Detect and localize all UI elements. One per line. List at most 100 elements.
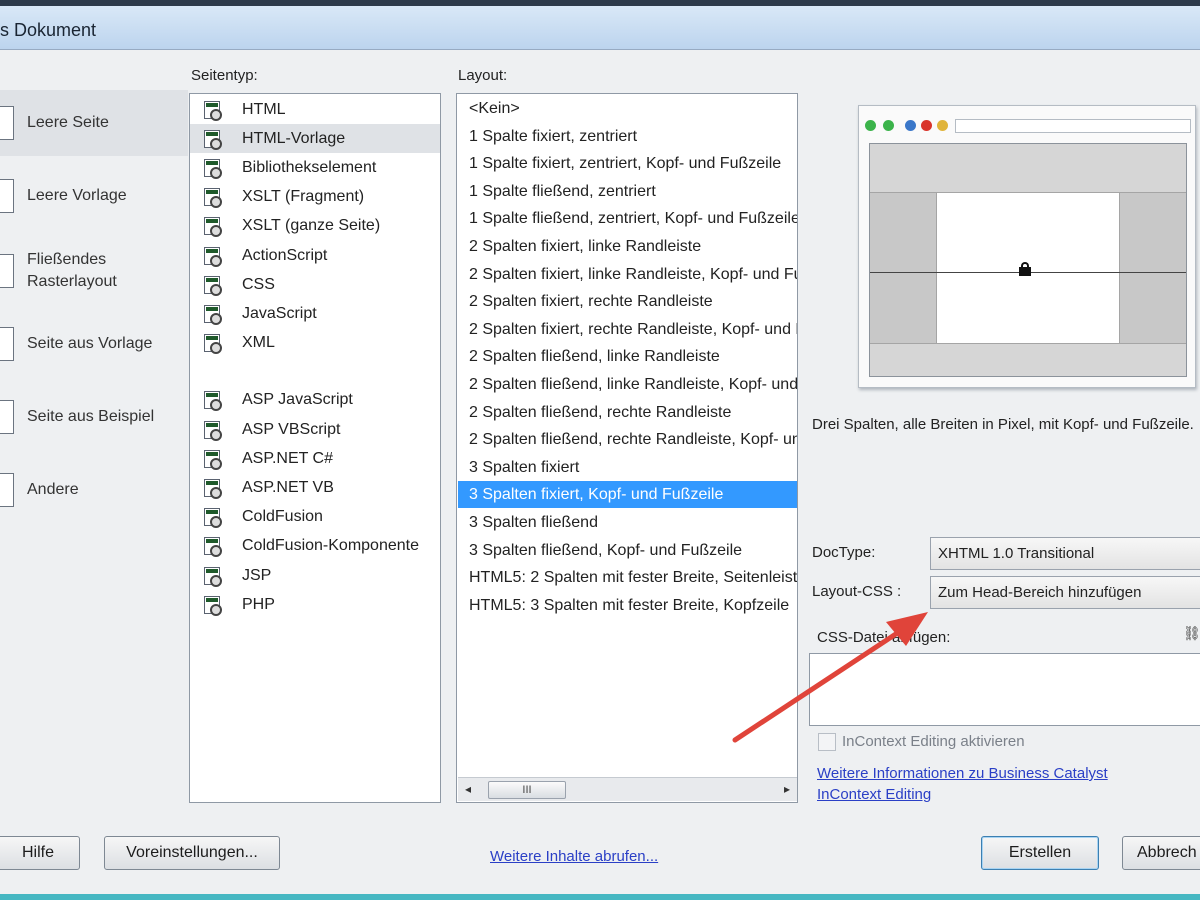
document-type-icon: [202, 477, 224, 499]
page-type-list[interactable]: HTML HTML-Vorlage Bibliothekselement XSLT (…: [189, 93, 441, 803]
page-type-item[interactable]: Bibliothekselement: [190, 153, 440, 182]
document-type-icon: [202, 157, 224, 179]
category-item[interactable]: Fließendes Rasterlayout: [0, 238, 188, 304]
page-type-item[interactable]: XML: [190, 329, 440, 358]
page-type-label: XSLT (Fragment): [242, 188, 365, 206]
document-type-icon: [202, 565, 224, 587]
layout-css-select[interactable]: Zum Head-Bereich hinzufügen: [930, 576, 1200, 609]
page-type-label: XSLT (ganze Seite): [242, 217, 381, 235]
category-label: Andere: [27, 481, 79, 498]
layout-item[interactable]: HTML5: 2 Spalten mit fester Breite, Seit…: [458, 564, 797, 591]
page-type-label: ASP.NET VB: [242, 478, 334, 496]
page-type-item[interactable]: ColdFusion: [190, 503, 440, 532]
layout-item[interactable]: <Kein>: [458, 95, 797, 122]
css-attach-label: CSS-Datei anfügen:: [817, 629, 951, 646]
get-more-content-link[interactable]: Weitere Inhalte abrufen...: [490, 848, 658, 865]
page-type-label: XML: [242, 334, 275, 352]
page-type-item[interactable]: ColdFusion-Komponente: [190, 532, 440, 561]
help-button[interactable]: Hilfe: [0, 836, 80, 870]
document-type-icon: [202, 245, 224, 267]
layout-list[interactable]: <Kein> 1 Spalte fixiert, zentriert 1 Spalt…: [456, 93, 798, 803]
layout-css-label: Layout-CSS :: [812, 583, 902, 600]
page-type-label: ASP.NET C#: [242, 449, 334, 467]
layout-item[interactable]: HTML5: 3 Spalten mit fester Breite, Kopf…: [458, 592, 797, 619]
category-item[interactable]: Seite aus Vorlage: [0, 311, 188, 377]
document-type-icon: [202, 274, 224, 296]
back-arrow-icon: [865, 120, 876, 131]
layout-item[interactable]: 2 Spalten fixiert, linke Randleiste: [458, 233, 797, 260]
page-type-item[interactable]: JSP: [190, 561, 440, 590]
page-type-item[interactable]: XSLT (Fragment): [190, 183, 440, 212]
page-type-label: CSS: [242, 275, 275, 293]
blank-page-icon: [0, 106, 14, 140]
layout-item[interactable]: 2 Spalten fixiert, rechte Randleiste: [458, 288, 797, 315]
refresh-icon: [905, 120, 916, 131]
incontext-editing-link[interactable]: InContext Editing: [817, 786, 931, 803]
layout-item[interactable]: 2 Spalten fixiert, linke Randleiste, Kop…: [458, 261, 797, 288]
page-type-item[interactable]: HTML-Vorlage: [190, 124, 440, 154]
page-type-label: PHP: [242, 595, 275, 613]
layout-item[interactable]: 1 Spalte fließend, zentriert, Kopf- und …: [458, 205, 797, 232]
layout-item[interactable]: 2 Spalten fließend, linke Randleiste, Ko…: [458, 371, 797, 398]
page-type-label: Seitentyp:: [191, 67, 258, 84]
page-type-item[interactable]: ASP VBScript: [190, 415, 440, 444]
document-type-icon: [202, 419, 224, 441]
layout-item[interactable]: 2 Spalten fließend, rechte Randleiste: [458, 399, 797, 426]
business-catalyst-link[interactable]: Weitere Informationen zu Business Cataly…: [817, 765, 1108, 782]
layout-item[interactable]: 2 Spalten fließend, linke Randleiste: [458, 343, 797, 370]
stop-icon: [921, 120, 932, 131]
category-item[interactable]: Leere Seite: [0, 90, 188, 156]
lock-icon: [1018, 262, 1032, 276]
new-document-dialog: s Dokument Leere Seite Leere Vorlage Fließ…: [0, 0, 1200, 900]
incontext-label: InContext Editing aktivieren: [842, 733, 1025, 750]
scroll-thumb[interactable]: III: [488, 781, 566, 799]
document-type-icon: [202, 448, 224, 470]
page-type-item[interactable]: ActionScript: [190, 241, 440, 270]
forward-arrow-icon: [883, 120, 894, 131]
css-attach-list[interactable]: [809, 653, 1200, 726]
document-type-icon: [202, 389, 224, 412]
layout-item[interactable]: 1 Spalte fixiert, zentriert: [458, 123, 797, 150]
document-type-icon: [202, 99, 224, 121]
preferences-button[interactable]: Voreinstellungen...: [104, 836, 280, 870]
page-type-label: JSP: [242, 566, 272, 584]
page-type-item[interactable]: XSLT (ganze Seite): [190, 212, 440, 241]
page-type-item[interactable]: ASP.NET C#: [190, 444, 440, 473]
page-from-template-icon: [0, 327, 14, 361]
window-title: s Dokument: [0, 20, 97, 40]
preview-footer-block: [870, 343, 1186, 376]
layout-item[interactable]: 1 Spalte fixiert, zentriert, Kopf- und F…: [458, 150, 797, 177]
preview-right-column: [1119, 193, 1186, 343]
layout-item[interactable]: 3 Spalten fixiert, Kopf- und Fußzeile: [458, 481, 797, 509]
cancel-button[interactable]: Abbrech: [1122, 836, 1200, 870]
layout-item[interactable]: 3 Spalten fixiert: [458, 454, 797, 481]
preview-left-column: [870, 193, 937, 343]
category-item[interactable]: Andere: [0, 457, 188, 523]
page-type-item[interactable]: PHP: [190, 590, 440, 619]
category-item[interactable]: Seite aus Beispiel: [0, 384, 188, 450]
category-item[interactable]: Leere Vorlage: [0, 163, 188, 229]
layout-label: Layout:: [458, 67, 508, 84]
layout-item[interactable]: 2 Spalten fixiert, rechte Randleiste, Ko…: [458, 316, 797, 343]
page-type-label: ColdFusion-Komponente: [242, 537, 419, 555]
page-type-item[interactable]: ASP.NET VB: [190, 473, 440, 502]
page-type-item[interactable]: JavaScript: [190, 299, 440, 328]
page-type-item[interactable]: CSS: [190, 270, 440, 299]
page-type-item[interactable]: HTML: [190, 95, 440, 124]
layout-item[interactable]: 2 Spalten fließend, rechte Randleiste, K…: [458, 426, 797, 453]
fluid-grid-icon: [0, 254, 14, 288]
scroll-right-icon[interactable]: ▸: [784, 782, 790, 796]
document-type-icon: [202, 506, 224, 529]
scroll-left-icon[interactable]: ◂: [465, 782, 471, 796]
doctype-select[interactable]: XHTML 1.0 Transitional: [930, 537, 1200, 570]
page-type-item[interactable]: ASP JavaScript: [190, 386, 440, 415]
layout-description: Drei Spalten, alle Breiten in Pixel, mit…: [812, 416, 1194, 433]
layout-item[interactable]: 3 Spalten fließend: [458, 509, 797, 536]
incontext-checkbox[interactable]: [818, 733, 836, 751]
create-button[interactable]: Erstellen: [981, 836, 1099, 870]
attach-link-icon[interactable]: ⛓: [1183, 625, 1200, 642]
page-type-label: HTML-Vorlage: [242, 129, 346, 147]
horizontal-scrollbar[interactable]: ◂ III ▸: [458, 777, 797, 801]
layout-item[interactable]: 3 Spalten fließend, Kopf- und Fußzeile: [458, 537, 797, 564]
layout-item[interactable]: 1 Spalte fließend, zentriert: [458, 178, 797, 205]
